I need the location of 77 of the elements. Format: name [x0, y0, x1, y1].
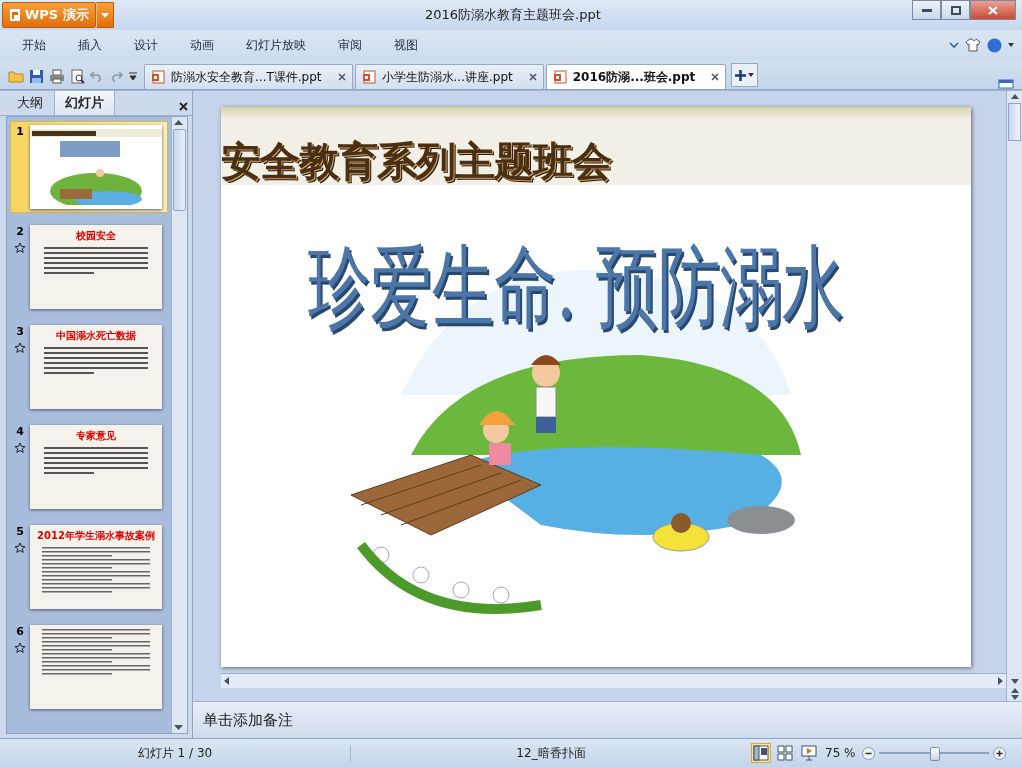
slide-title: 安全教育系列主题班会 [221, 141, 611, 181]
presentation-file-icon [151, 70, 165, 84]
notes-placeholder: 单击添加备注 [203, 710, 293, 730]
view-mode-button[interactable] [751, 743, 771, 763]
maximize-button[interactable] [941, 0, 970, 20]
caret-icon [100, 12, 109, 18]
theme-name: 12_暗香扑面 [515, 744, 587, 762]
slide-headline: 珍爱生命. 预防溺水 [308, 233, 844, 343]
view-mode-button[interactable] [775, 743, 795, 763]
normal-view-icon [753, 745, 769, 761]
layout-icon[interactable] [998, 79, 1014, 89]
panel-close-icon[interactable] [179, 102, 188, 111]
scroll-up-icon[interactable] [172, 117, 185, 127]
caret-icon [748, 73, 755, 77]
panel-tab[interactable]: 幻灯片 [54, 90, 115, 115]
thumbnail-title: 中国溺水死亡数据 [56, 329, 136, 343]
presentation-file-icon [361, 70, 376, 84]
document-tab-label: 防溺水安全教育...T课件.ppt [171, 68, 322, 86]
menu-item[interactable]: 审阅 [328, 32, 372, 58]
print-preview-icon[interactable] [70, 68, 85, 84]
slide-number: 6 [16, 625, 24, 638]
close-icon [988, 5, 998, 15]
slide-number: 4 [16, 425, 24, 438]
slideshow-icon [801, 745, 817, 761]
slide-number: 1 [16, 125, 24, 138]
slide-number: 2 [16, 225, 24, 238]
caret-icon[interactable] [1008, 43, 1014, 47]
zoom-in-icon[interactable] [992, 746, 1006, 760]
scrollbar-thumb[interactable] [173, 129, 186, 211]
tab-close-icon[interactable] [528, 73, 537, 81]
thumbnail-title: 专家意见 [76, 429, 116, 443]
document-tab[interactable]: 小学生防溺水...讲座.ppt [354, 64, 544, 89]
scroll-down-icon[interactable] [172, 723, 185, 733]
menu-item[interactable]: 视图 [384, 32, 428, 58]
view-mode-button[interactable] [799, 743, 819, 763]
slide-number: 5 [16, 525, 24, 538]
app-dropdown-button[interactable] [95, 2, 114, 28]
panel-tab[interactable]: 大纲 [6, 90, 54, 115]
zoom-slider-thumb[interactable] [929, 747, 940, 761]
shirt-icon[interactable] [965, 38, 981, 52]
page-scroll-icon[interactable] [1008, 687, 1021, 701]
slide-number: 3 [16, 325, 24, 338]
chevron-icon[interactable] [949, 42, 959, 48]
presentation-file-icon [552, 70, 567, 84]
save-icon[interactable] [29, 68, 44, 84]
slide-sorter-icon [777, 745, 793, 761]
customize-icon[interactable] [128, 70, 138, 82]
menu-item[interactable]: 动画 [180, 32, 224, 58]
close-button[interactable] [970, 0, 1016, 20]
app-logo-icon [9, 8, 21, 22]
thumbnail-title: 校园安全 [76, 229, 116, 243]
slide-canvas[interactable]: 安全教育系列主题班会 珍爱生命. 预防溺水 [221, 107, 971, 667]
document-tab[interactable]: 防溺水安全教育...T课件.ppt [144, 64, 353, 89]
tab-close-icon[interactable] [337, 73, 346, 81]
maximize-icon [950, 5, 961, 15]
thumbnail-title: 2012年学生溺水事故案例 [37, 529, 155, 543]
document-tab[interactable]: 2016防溺...班会.ppt [545, 64, 727, 89]
zoom-percent[interactable]: 75 % [825, 746, 856, 760]
print-icon[interactable] [49, 68, 65, 84]
document-tab-label: 小学生防溺水...讲座.ppt [381, 68, 513, 86]
menu-item[interactable]: 插入 [68, 32, 112, 58]
menu-item[interactable]: 开始 [12, 32, 56, 58]
new-tab-button[interactable] [731, 63, 759, 87]
plus-icon [735, 69, 747, 81]
document-tab-label: 2016防溺...班会.ppt [572, 68, 696, 86]
menu-item[interactable]: 幻灯片放映 [236, 32, 316, 58]
window-title: 2016防溺水教育主题班会.ppt [423, 6, 602, 24]
slide-thumbnail[interactable]: 1 [10, 121, 168, 213]
minimize-button[interactable] [912, 0, 941, 20]
minimize-icon [921, 8, 932, 12]
zoom-out-icon[interactable] [861, 746, 875, 760]
horizontal-scrollbar[interactable] [221, 673, 1006, 688]
scrollbar-thumb[interactable] [1008, 103, 1021, 141]
tab-close-icon[interactable] [711, 73, 720, 81]
notes-field[interactable]: 单击添加备注 [193, 701, 1022, 738]
slide-counter: 幻灯片 1 / 30 [0, 744, 351, 762]
menu-item[interactable]: 设计 [124, 32, 168, 58]
